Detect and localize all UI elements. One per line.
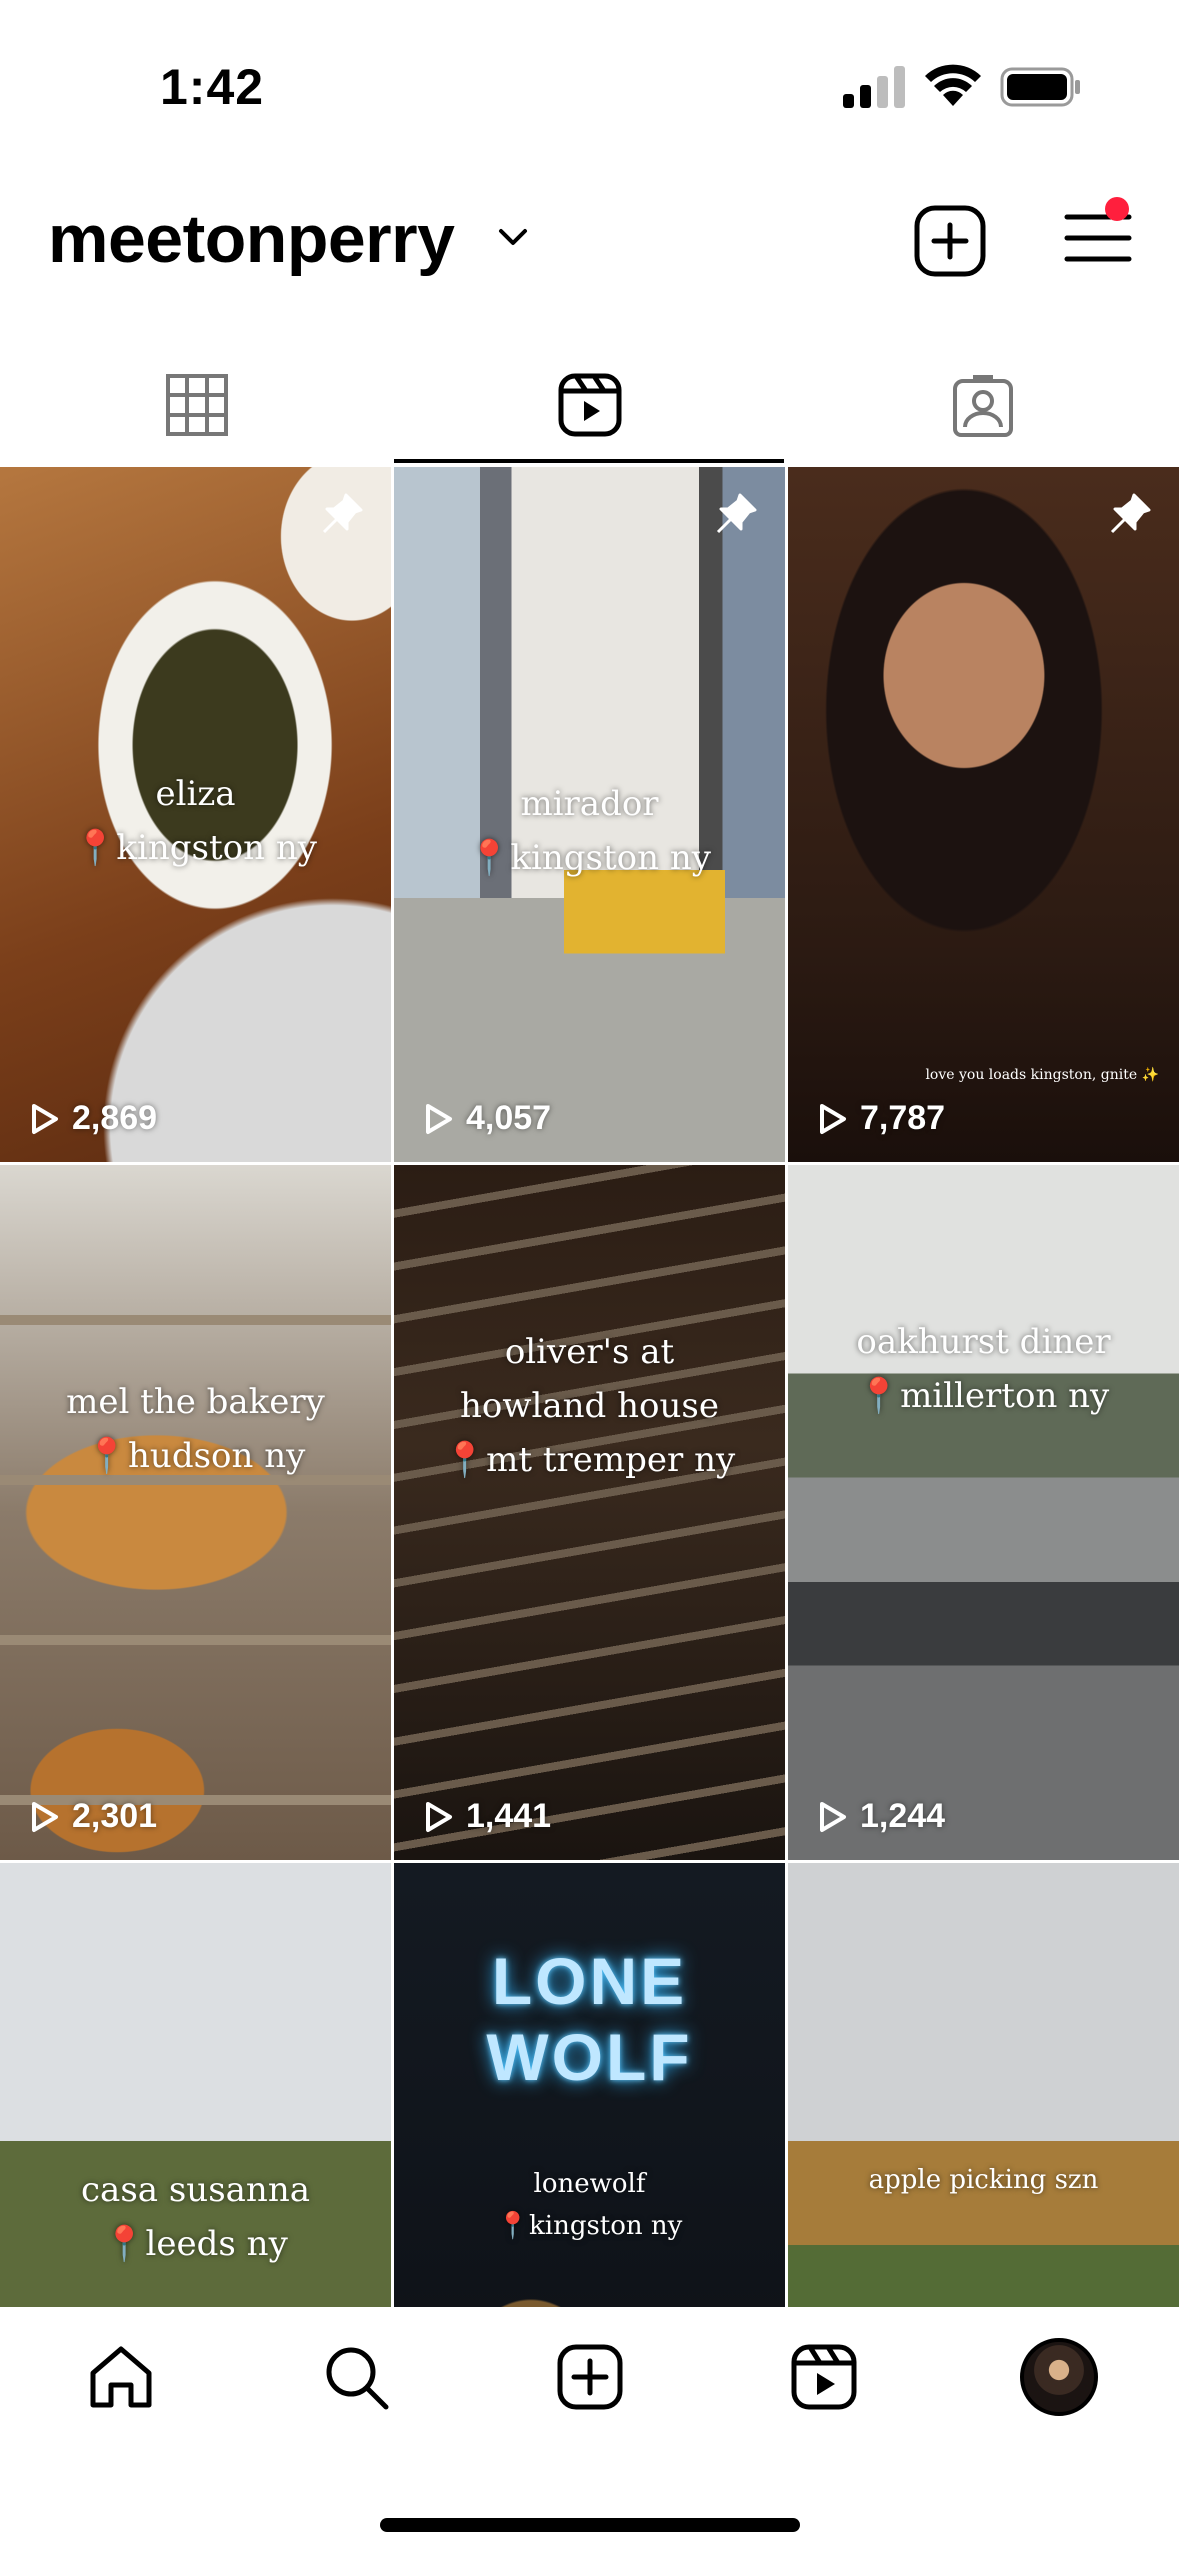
pin-icon (1110, 493, 1151, 534)
profile-tabs (0, 345, 1179, 465)
reel-title: oakhurst diner (856, 1322, 1111, 1362)
reel-thumbnail[interactable]: oakhurst diner 📍millerton ny 1,244 (788, 1165, 1179, 1860)
reel-thumbnail[interactable]: casa susanna 📍leeds ny (0, 1863, 391, 2307)
nav-reels[interactable] (706, 2307, 942, 2447)
notification-dot (1105, 197, 1129, 221)
nav-create[interactable] (472, 2307, 708, 2447)
view-count: 1,244 (814, 1797, 945, 1836)
reel-location: 📍millerton ny (857, 1376, 1110, 1416)
reels-icon (791, 2344, 857, 2410)
reel-location: 📍kingston ny (496, 2211, 683, 2241)
reel-thumbnail[interactable]: mirador 📍kingston ny 4,057 (394, 467, 785, 1162)
status-bar: 1:42 (0, 0, 1179, 175)
reel-thumbnail[interactable]: love you loads kingston, gnite ✨ 7,787 (788, 467, 1179, 1162)
reels-icon (558, 373, 621, 437)
reel-subtitle: howland house (460, 1386, 719, 1426)
create-icon (557, 2344, 623, 2410)
reels-grid: eliza 📍kingston ny 2,869 mirador 📍kingst… (0, 467, 1179, 2307)
status-time: 1:42 (160, 59, 265, 115)
play-icon (426, 1801, 452, 1832)
nav-search[interactable] (238, 2307, 474, 2447)
search-icon (326, 2347, 389, 2410)
home-icon (90, 2346, 152, 2408)
pin-icon (716, 493, 757, 534)
reel-thumbnail[interactable]: mel the bakery 📍hudson ny 2,301 (0, 1165, 391, 1860)
play-icon (32, 1103, 58, 1134)
view-count: 2,869 (26, 1099, 157, 1138)
reel-title: mel the bakery (66, 1382, 325, 1422)
view-count: 2,301 (26, 1797, 157, 1836)
reel-thumbnail[interactable]: apple picking szn (788, 1863, 1179, 2307)
neon-sign: LONE WOLF (486, 1944, 693, 2094)
pin-icon (322, 493, 363, 534)
play-icon (820, 1103, 846, 1134)
reel-thumbnail[interactable]: eliza 📍kingston ny 2,869 (0, 467, 391, 1162)
cellular-signal-icon (843, 66, 905, 108)
nav-profile[interactable] (941, 2307, 1177, 2447)
view-count: 1,441 (420, 1797, 551, 1836)
reel-location: 📍kingston ny (468, 838, 711, 878)
create-post-icon[interactable] (912, 203, 988, 279)
reel-title: apple picking szn (868, 2165, 1099, 2195)
grid-icon (165, 374, 228, 436)
active-tab-indicator (394, 459, 784, 463)
tab-grid[interactable] (0, 345, 393, 465)
play-icon (32, 1801, 58, 1832)
reel-title: eliza (155, 774, 236, 814)
reel-title: mirador (520, 784, 659, 824)
reel-location: 📍hudson ny (85, 1436, 306, 1476)
reel-location: 📍mt tremper ny (443, 1440, 736, 1480)
reel-location: 📍kingston ny (74, 828, 317, 868)
chevron-down-icon[interactable] (495, 222, 531, 252)
home-indicator (380, 2518, 800, 2532)
tagged-icon (952, 375, 1013, 437)
tab-tagged[interactable] (786, 345, 1179, 465)
profile-username[interactable]: meetonperry (48, 200, 455, 278)
profile-avatar (1020, 2338, 1098, 2416)
reel-caption: love you loads kingston, gnite ✨ (925, 1067, 1159, 1083)
play-icon (820, 1801, 846, 1832)
tab-reels[interactable] (393, 345, 786, 465)
reel-location: 📍leeds ny (103, 2224, 288, 2264)
play-icon (426, 1103, 452, 1134)
reel-title: casa susanna (81, 2170, 310, 2210)
battery-icon (1000, 67, 1080, 107)
nav-home[interactable] (3, 2307, 239, 2447)
reel-thumbnail[interactable]: oliver's at howland house 📍mt tremper ny… (394, 1165, 785, 1860)
reel-title: oliver's at (504, 1332, 675, 1372)
view-count: 4,057 (420, 1099, 551, 1138)
wifi-icon (925, 64, 981, 106)
reel-thumbnail[interactable]: LONE WOLF lonewolf 📍kingston ny (394, 1863, 785, 2307)
view-count: 7,787 (814, 1099, 945, 1138)
reel-title: lonewolf (533, 2169, 646, 2199)
